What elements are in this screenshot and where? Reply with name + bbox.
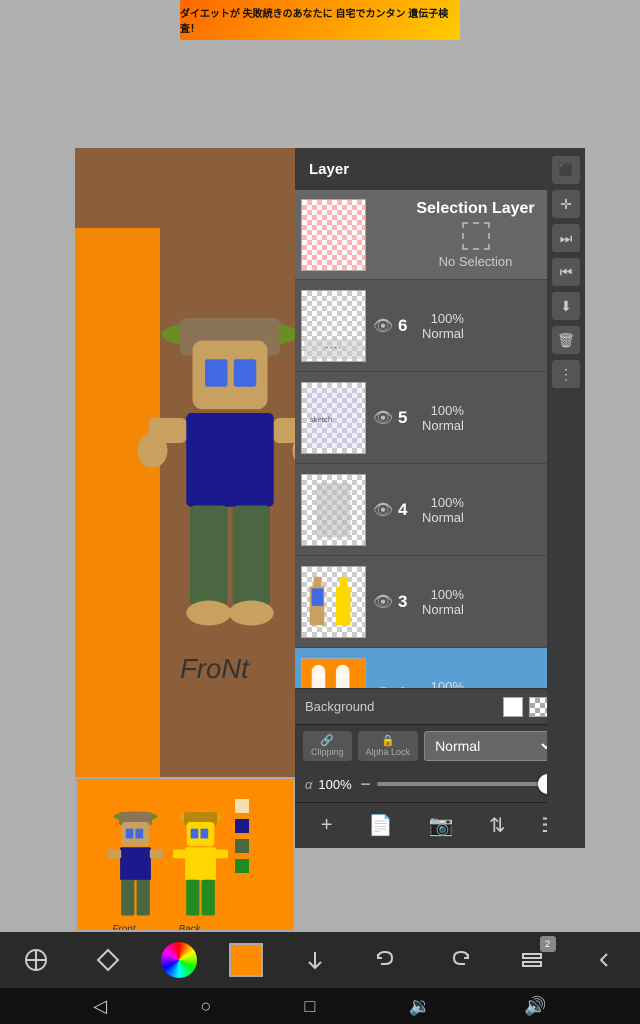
add-layer-button[interactable]: + xyxy=(321,814,333,837)
color-wheel[interactable] xyxy=(161,942,197,978)
layer-4-eye[interactable]: 👁 xyxy=(372,499,394,521)
svg-text:FroNt: FroNt xyxy=(180,653,250,684)
clipping-button[interactable]: 🔗 Clipping xyxy=(303,731,352,761)
layers-button[interactable]: 2 xyxy=(512,940,552,980)
layer-4-info: 100% Normal xyxy=(422,495,464,525)
layer-3-eye[interactable]: 👁 xyxy=(372,591,394,613)
alpha-lock-label: Alpha Lock xyxy=(366,747,411,757)
android-home[interactable]: ○ xyxy=(200,996,211,1017)
arrow-down-button[interactable] xyxy=(295,940,335,980)
layer-5-thumb: sketch xyxy=(301,382,366,454)
right-toolbar: ⬛ ✛ ⏭ ⏮ ⬇ 🗑 ⋮ xyxy=(547,148,585,848)
opacity-slider[interactable] xyxy=(377,782,559,786)
layers-list[interactable]: Selection Layer No Selection - - - - 👁 6… xyxy=(295,190,585,688)
bg-checker-box[interactable] xyxy=(529,697,549,717)
layer-6-info: 100% Normal xyxy=(422,311,464,341)
layer-2-thumb xyxy=(301,658,366,689)
layer-4-thumb xyxy=(301,474,366,546)
android-nav-bar: ◁ ○ □ 🔉 🔊 xyxy=(0,988,640,1024)
layer-5-number: 5 xyxy=(398,408,416,428)
skip-back-button[interactable]: ⏮ xyxy=(552,258,580,286)
layer-4-mode: Normal xyxy=(422,510,464,525)
skip-forward-button[interactable]: ⏭ xyxy=(552,224,580,252)
layer-6-eye[interactable]: 👁 xyxy=(372,315,394,337)
select-tool-button[interactable] xyxy=(16,940,56,980)
preview-panel: Front Back xyxy=(75,777,295,932)
layer-row-4[interactable]: 👁 4 100% Normal xyxy=(295,464,585,556)
selection-layer-title: Selection Layer xyxy=(416,200,534,218)
layer-5-info: 100% Normal xyxy=(422,403,464,433)
alpha-label: α xyxy=(305,777,312,792)
undo-button[interactable] xyxy=(367,940,407,980)
layer-row-3[interactable]: 👁 3 100% Normal xyxy=(295,556,585,648)
layer-2-info: 100% Normal xyxy=(422,679,464,689)
layer-row-2[interactable]: 👁 2 100% Normal xyxy=(295,648,585,688)
layer-3-thumb xyxy=(301,566,366,638)
layer-3-info: 100% Normal xyxy=(422,587,464,617)
layer-6-opacity: 100% xyxy=(431,311,464,326)
svg-text:Back: Back xyxy=(179,924,202,932)
layer-bottom-toolbar: + 📄 📷 ⇅ ☰ xyxy=(295,802,585,848)
selection-layer-row[interactable]: Selection Layer No Selection xyxy=(295,190,585,280)
layer-3-mode: Normal xyxy=(422,602,464,617)
layer-6-thumb: - - - - xyxy=(301,290,366,362)
blend-mode-select[interactable]: Normal xyxy=(424,731,555,761)
layer-4-number: 4 xyxy=(398,500,416,520)
android-volume-down[interactable]: 🔉 xyxy=(409,996,431,1017)
checker-tool-button[interactable]: ⬛ xyxy=(552,156,580,184)
back-button[interactable] xyxy=(584,940,624,980)
tools-bar: 2 xyxy=(0,932,640,988)
diamond-tool-button[interactable] xyxy=(88,940,128,980)
alpha-lock-button[interactable]: 🔒 Alpha Lock xyxy=(358,731,419,761)
background-row: Background xyxy=(295,688,585,724)
layer-row-5[interactable]: sketch 👁 5 100% Normal xyxy=(295,372,585,464)
android-back[interactable]: ◁ xyxy=(93,996,107,1017)
layer-4-opacity: 100% xyxy=(431,495,464,510)
move-tool-button[interactable]: ✛ xyxy=(552,190,580,218)
svg-text:Front: Front xyxy=(112,924,136,932)
ad-banner[interactable]: ダイエットが 失敗続きのあなたに 自宅でカンタン 遺伝子検査！ xyxy=(180,0,460,40)
copy-layer-button[interactable]: 📄 xyxy=(368,813,393,838)
android-volume-up[interactable]: 🔊 xyxy=(524,996,546,1017)
redo-button[interactable] xyxy=(439,940,479,980)
background-label: Background xyxy=(305,699,497,714)
layer-5-opacity: 100% xyxy=(431,403,464,418)
more-options-button[interactable]: ⋮ xyxy=(552,360,580,388)
ad-text: ダイエットが 失敗続きのあなたに 自宅でカンタン 遺伝子検査！ xyxy=(180,5,460,35)
layer-3-opacity: 100% xyxy=(431,587,464,602)
camera-button[interactable]: 📷 xyxy=(428,813,453,838)
layer-6-number: 6 xyxy=(398,316,416,336)
android-recents[interactable]: □ xyxy=(304,996,315,1017)
layer-5-mode: Normal xyxy=(422,418,464,433)
delete-button[interactable]: 🗑 xyxy=(552,326,580,354)
layer-2-opacity: 100% xyxy=(431,679,464,689)
svg-text:sketch: sketch xyxy=(310,414,332,423)
no-selection-text: No Selection xyxy=(439,254,513,269)
layer-3-number: 3 xyxy=(398,592,416,612)
clipping-label: Clipping xyxy=(311,747,344,757)
layer-panel-header: Layer xyxy=(295,148,585,190)
layer-count-badge: 2 xyxy=(540,936,556,952)
opacity-row: α 100% − + xyxy=(295,766,585,802)
download-button[interactable]: ⬇ xyxy=(552,292,580,320)
layer-row-6[interactable]: - - - - 👁 6 100% Normal xyxy=(295,280,585,372)
preview-svg: Front Back xyxy=(77,779,295,932)
merge-button[interactable]: ⇅ xyxy=(489,813,506,838)
bg-white-box[interactable] xyxy=(503,697,523,717)
opacity-value: 100% xyxy=(318,777,354,792)
layer-6-mode: Normal xyxy=(422,326,464,341)
opacity-decrease-button[interactable]: − xyxy=(360,774,371,795)
clipping-icon: 🔗 xyxy=(320,734,334,747)
alpha-lock-icon: 🔒 xyxy=(381,734,395,747)
layer-5-eye[interactable]: 👁 xyxy=(372,407,394,429)
no-selection-icon xyxy=(462,222,490,250)
layer-panel-title: Layer xyxy=(309,161,349,178)
current-color-swatch[interactable] xyxy=(229,943,263,977)
blend-area: 🔗 Clipping 🔒 Alpha Lock Normal ▼ xyxy=(295,724,585,766)
layer-panel: Layer Selection Layer No Selection - - -… xyxy=(295,148,585,848)
selection-layer-thumb xyxy=(301,199,366,271)
